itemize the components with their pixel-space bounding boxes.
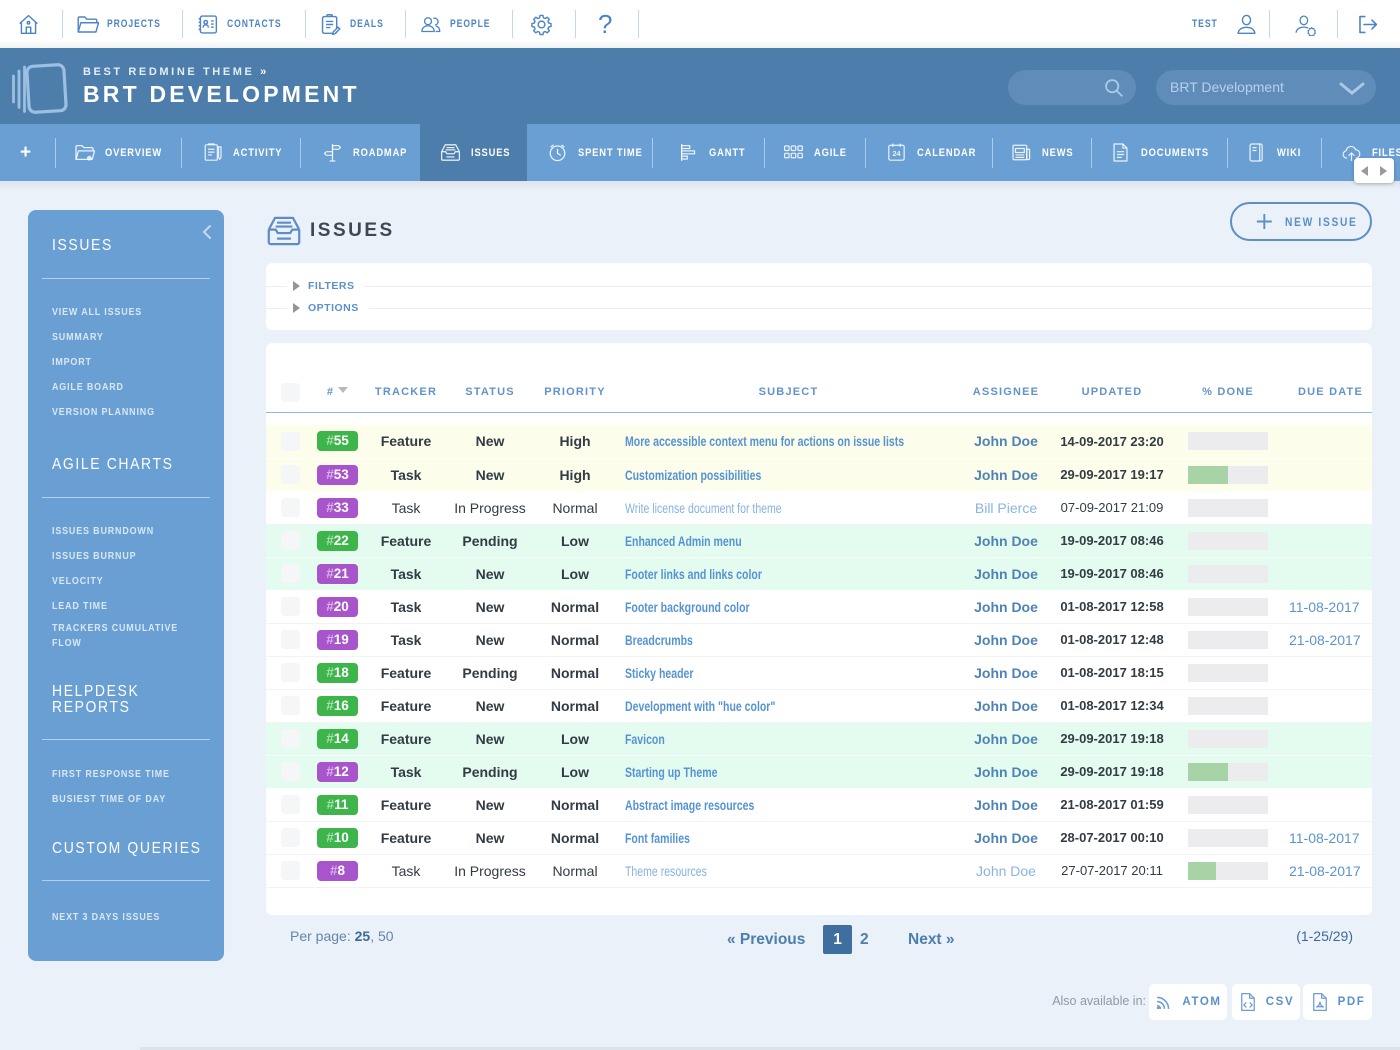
svg-text:24: 24: [892, 149, 900, 158]
